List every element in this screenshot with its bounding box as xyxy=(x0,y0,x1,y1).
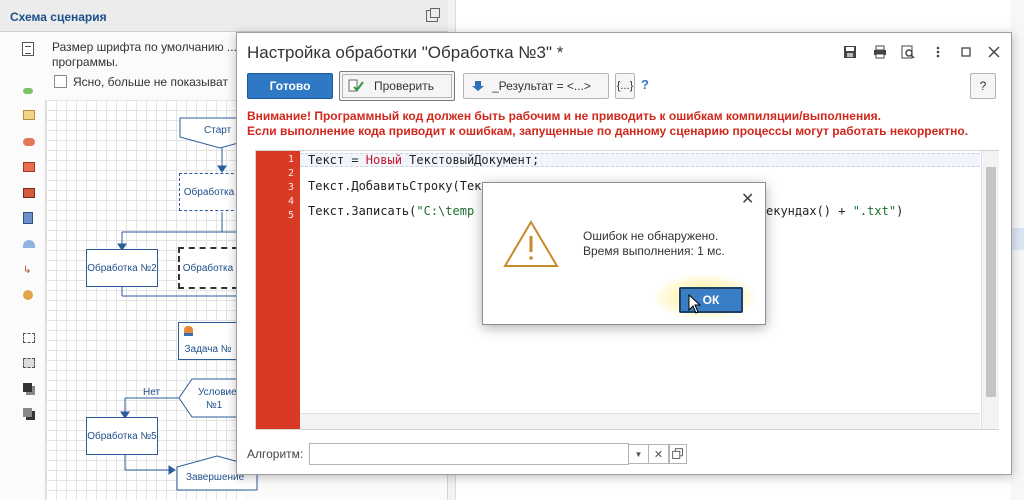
algorithm-field[interactable] xyxy=(309,443,629,465)
editor-vertical-scrollbar[interactable] xyxy=(981,151,999,429)
node-condition-label-1: Условие xyxy=(198,387,237,398)
tool-subprocess-icon[interactable] xyxy=(23,188,35,198)
code-string: "C:\temp xyxy=(416,204,475,218)
line-number: 4 xyxy=(287,196,294,207)
preview-icon[interactable] xyxy=(901,45,915,59)
tool-connector-icon[interactable]: ↳ xyxy=(23,265,35,276)
node-start-label: Старт xyxy=(204,125,232,136)
editor-scroll-thumb[interactable] xyxy=(986,167,996,397)
tool-bring-front-icon[interactable] xyxy=(23,383,32,392)
tool-start-icon[interactable] xyxy=(23,88,33,94)
tool-condition-icon[interactable] xyxy=(23,240,35,248)
code-keyword: Новый xyxy=(365,153,402,167)
close-icon[interactable] xyxy=(987,45,1001,59)
background-list-edge xyxy=(1010,0,1024,500)
hint-link[interactable]: ? xyxy=(641,77,649,92)
node-processing-2-label: Обработка №2 xyxy=(87,262,157,274)
line-number: 2 xyxy=(287,168,294,179)
line-number: 3 xyxy=(287,182,294,193)
message-line-2: Время выполнения: 1 мс. xyxy=(583,244,725,258)
node-processing-5[interactable]: Обработка №5 xyxy=(86,417,158,455)
message-close-icon[interactable]: ✕ xyxy=(741,189,754,209)
check-button[interactable]: Проверить xyxy=(339,71,455,101)
code-line-5: Текст.Записать("C:\temp xyxy=(308,204,474,218)
print-icon[interactable] xyxy=(873,45,887,59)
mouse-cursor-icon xyxy=(688,294,702,314)
node-processing-5-label: Обработка №5 xyxy=(87,430,157,442)
code-text: екундах() + xyxy=(766,204,853,218)
user-icon xyxy=(184,326,193,336)
save-icon[interactable] xyxy=(843,45,857,59)
node-processing-label: Обработка xyxy=(183,186,235,198)
check-code-icon xyxy=(348,79,364,92)
node-condition-label-2: №1 xyxy=(206,400,223,411)
branch-no-label: Нет xyxy=(143,387,161,398)
message-line-1: Ошибок не обнаружено. xyxy=(583,229,719,243)
tool-send-back-icon[interactable] xyxy=(23,408,32,417)
tool-processing-icon[interactable] xyxy=(23,110,35,120)
dialog-title: Настройка обработки "Обработка №3" * xyxy=(247,43,564,62)
node-processing[interactable]: Обработка xyxy=(179,173,239,211)
code-text: ) xyxy=(896,204,904,218)
line-number-gutter: 1 2 3 4 5 xyxy=(256,151,300,429)
node-condition[interactable] xyxy=(178,378,240,418)
warning-line-1: Внимание! Программный код должен быть ра… xyxy=(247,109,881,123)
tool-group-icon[interactable] xyxy=(23,358,35,368)
node-task-label: Задача № xyxy=(184,344,232,355)
detach-window-icon[interactable] xyxy=(426,8,440,22)
result-message-box: ✕ Ошибок не обнаружено. Время выполнения… xyxy=(482,182,766,325)
scenario-panel-header: Схема сценария xyxy=(0,0,448,32)
code-line-5-tail: екундах() + ".txt") xyxy=(766,204,903,218)
code-line-1: Текст = Новый ТекстовыйДокумент; xyxy=(308,153,539,167)
arrow-down-icon xyxy=(472,81,484,91)
dont-show-checkbox[interactable] xyxy=(54,75,67,88)
braces-button[interactable]: {...} xyxy=(615,73,635,99)
help-button[interactable]: ? xyxy=(970,73,996,99)
scenario-panel-title: Схема сценария xyxy=(10,10,107,24)
code-text: Текст.Записать( xyxy=(308,204,417,218)
code-text: Текст = xyxy=(308,153,366,167)
node-processing-2[interactable]: Обработка №2 xyxy=(86,249,158,287)
algorithm-dropdown-icon[interactable]: ▼ xyxy=(629,444,649,464)
algorithm-open-icon[interactable] xyxy=(669,444,687,464)
algorithm-clear-icon[interactable]: ✕ xyxy=(649,444,669,464)
message-text: Ошибок не обнаружено. Время выполнения: … xyxy=(583,229,725,259)
algorithm-label: Алгоритм: xyxy=(247,447,304,461)
info-text: Размер шрифта по умолчанию ... программы… xyxy=(52,40,237,69)
line-number: 5 xyxy=(287,210,294,221)
code-line-3: Текст.ДобавитьСтроку(Тек xyxy=(308,179,482,193)
tool-point-icon[interactable] xyxy=(23,290,33,300)
tool-task-icon[interactable] xyxy=(23,162,35,172)
code-string: ".txt" xyxy=(852,204,897,218)
node-processing-selected[interactable]: Обработка xyxy=(178,247,238,289)
background-selected-row xyxy=(1010,228,1024,250)
check-button-label: Проверить xyxy=(374,79,435,93)
maximize-icon[interactable] xyxy=(959,45,973,59)
tool-document-icon[interactable] xyxy=(23,212,33,224)
insert-result-button[interactable]: _Результат = <...> xyxy=(463,73,609,99)
warning-triangle-icon xyxy=(503,220,559,267)
done-button[interactable]: Готово xyxy=(247,73,333,99)
info-icon xyxy=(22,42,34,56)
tool-finish-icon[interactable] xyxy=(23,138,35,146)
code-text: ТекстовыйДокумент; xyxy=(401,153,540,167)
line-number: 1 xyxy=(287,154,294,165)
tool-select-icon[interactable] xyxy=(23,333,35,343)
more-icon[interactable] xyxy=(931,45,945,59)
warning-line-2: Если выполнение кода приводит к ошибкам,… xyxy=(247,124,969,138)
dont-show-label: Ясно, больше не показыват xyxy=(73,75,228,89)
editor-horizontal-scrollbar[interactable] xyxy=(300,413,980,429)
node-processing-selected-label: Обработка xyxy=(182,262,234,274)
insert-result-label: _Результат = <...> xyxy=(492,79,591,93)
